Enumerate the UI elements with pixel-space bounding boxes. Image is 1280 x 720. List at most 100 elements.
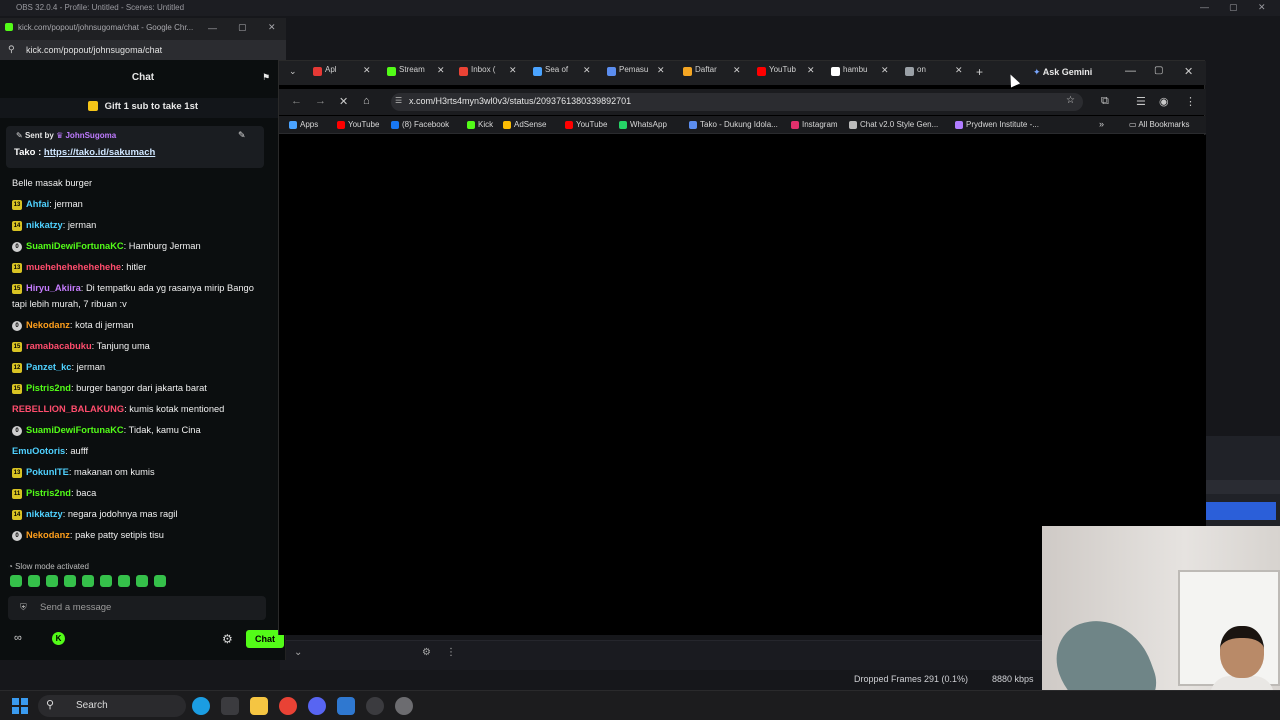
chat-username[interactable]: SuamiDewiFortunaKC xyxy=(26,425,124,435)
emote-icon[interactable] xyxy=(46,575,58,587)
file-explorer-icon[interactable] xyxy=(250,697,268,715)
tab-search-icon[interactable]: ⌄ xyxy=(289,66,297,77)
address-bar[interactable]: ☰ x.com/H3rts4myn3wl0v3/status/209376138… xyxy=(391,93,1083,111)
chat-username[interactable]: Ahfai xyxy=(26,199,49,209)
browser-tab[interactable]: hambu ✕ xyxy=(831,65,889,81)
bookmark-item[interactable]: YouTube xyxy=(337,120,379,129)
bookmark-item[interactable]: (8) Facebook xyxy=(391,120,449,129)
chat-username[interactable]: nikkatzy xyxy=(26,509,63,519)
unpin-icon[interactable]: ✎ xyxy=(238,130,246,141)
browser-tab[interactable]: Inbox (✕ xyxy=(459,65,517,81)
stop-loading-icon[interactable]: ✕ xyxy=(339,95,348,108)
emote-icon[interactable] xyxy=(136,575,148,587)
tab-close-icon[interactable]: ✕ xyxy=(363,65,371,76)
browser-minimize-icon[interactable]: — xyxy=(1125,65,1136,77)
bookmark-item[interactable]: Instagram xyxy=(791,120,838,129)
browser-tab[interactable]: Sea of ✕ xyxy=(533,65,591,81)
emote-icon[interactable] xyxy=(118,575,130,587)
ask-gemini-button[interactable]: ✦ Ask Gemini xyxy=(1033,67,1092,78)
chat-settings-icon[interactable]: ⚙ xyxy=(222,632,233,646)
tab-close-icon[interactable]: ✕ xyxy=(955,65,963,76)
browser-tab[interactable]: YouTub ✕ xyxy=(757,65,815,81)
more-icon[interactable]: ⋮ xyxy=(446,647,456,658)
gear-icon[interactable]: ⚙ xyxy=(422,647,431,658)
chat-username[interactable]: Hiryu_Akiira xyxy=(26,283,81,293)
browser-tab[interactable]: Pemasu ✕ xyxy=(607,65,665,81)
emote-icon[interactable] xyxy=(10,575,22,587)
obs-selected-item[interactable] xyxy=(1206,502,1276,520)
emote-icon[interactable] xyxy=(82,575,94,587)
obs-minimize-icon[interactable]: — xyxy=(1200,2,1209,12)
kick-maximize-icon[interactable]: ▢ xyxy=(238,22,247,33)
chrome-icon[interactable] xyxy=(279,697,297,715)
edge-icon[interactable] xyxy=(192,697,210,715)
sent-by-user[interactable]: JohnSugoma xyxy=(65,131,116,140)
chat-username[interactable]: Nekodanz xyxy=(26,320,70,330)
browser-close-icon[interactable]: ✕ xyxy=(1184,65,1193,78)
emote-icon[interactable] xyxy=(64,575,76,587)
chat-username[interactable]: PokunITE xyxy=(26,467,69,477)
all-bookmarks[interactable]: ▭ All Bookmarks xyxy=(1129,120,1189,129)
kick-close-icon[interactable]: ✕ xyxy=(268,22,276,33)
app-icon[interactable] xyxy=(221,697,239,715)
send-message-input[interactable]: ⛨ Send a message xyxy=(8,596,266,620)
taskbar-search[interactable]: ⚲ Search xyxy=(38,695,186,717)
emote-row[interactable] xyxy=(10,574,210,590)
browser-tab[interactable]: Daftar ✕ xyxy=(683,65,741,81)
chat-username[interactable]: Pistris2nd xyxy=(26,488,71,498)
home-icon[interactable]: ⌂ xyxy=(363,95,370,107)
menu-icon[interactable]: ⋮ xyxy=(1185,95,1196,108)
chat-username[interactable]: EmuOotoris xyxy=(12,446,65,456)
chat-username[interactable]: SuamiDewiFortunaKC xyxy=(26,241,124,251)
bookmark-star-icon[interactable]: ☆ xyxy=(1066,95,1075,106)
gift-sub-banner[interactable]: Gift 1 sub to take 1st xyxy=(0,98,286,118)
profile-avatar-icon[interactable]: ◉ xyxy=(1159,95,1169,108)
infinity-icon[interactable]: ∞ xyxy=(14,632,22,644)
obs-close-icon[interactable]: ✕ xyxy=(1258,2,1266,13)
settings-icon[interactable] xyxy=(395,697,413,715)
emote-icon[interactable] xyxy=(100,575,112,587)
windows-start-icon[interactable] xyxy=(12,698,28,714)
tab-close-icon[interactable]: ✕ xyxy=(733,65,741,76)
bookmark-item[interactable]: WhatsApp xyxy=(619,120,667,129)
bookmark-item[interactable]: YouTube xyxy=(565,120,607,129)
chat-username[interactable]: Panzet_kc xyxy=(26,362,71,372)
back-icon[interactable]: ← xyxy=(291,95,302,107)
media-controls-icon[interactable]: ☰ xyxy=(1136,95,1146,108)
tab-close-icon[interactable]: ✕ xyxy=(657,65,665,76)
obs-maximize-icon[interactable]: ▢ xyxy=(1229,2,1238,13)
chat-username[interactable]: Pistris2nd xyxy=(26,383,71,393)
tab-close-icon[interactable]: ✕ xyxy=(583,65,591,76)
obs-icon[interactable] xyxy=(366,697,384,715)
browser-tab[interactable]: Stream ✕ xyxy=(387,65,445,81)
new-tab-icon[interactable]: + xyxy=(976,65,983,79)
tako-link[interactable]: https://tako.id/sakumach xyxy=(44,147,155,158)
tab-close-icon[interactable]: ✕ xyxy=(881,65,889,76)
chat-username[interactable]: REBELLION_BALAKUNG xyxy=(12,404,124,414)
chat-username[interactable]: nikkatzy xyxy=(26,220,63,230)
kick-k-icon[interactable]: K xyxy=(52,632,65,645)
chat-username[interactable]: ramabacabuku xyxy=(26,341,92,351)
bookmark-item[interactable]: Prydwen Institute -... xyxy=(955,120,1039,129)
chat-username[interactable]: muehehehehehehehe xyxy=(26,262,121,272)
tab-close-icon[interactable]: ✕ xyxy=(437,65,445,76)
browser-maximize-icon[interactable]: ▢ xyxy=(1154,65,1163,76)
emote-icon[interactable] xyxy=(154,575,166,587)
browser-tab[interactable]: on ✕ xyxy=(905,65,963,81)
chat-username[interactable]: Nekodanz xyxy=(26,530,70,540)
tab-close-icon[interactable]: ✕ xyxy=(807,65,815,76)
bookmark-item[interactable]: Tako - Dukung Idola... xyxy=(689,120,778,129)
forward-icon[interactable]: → xyxy=(315,95,326,107)
chat-users-icon[interactable]: ⚑ xyxy=(262,72,270,83)
bookmark-item[interactable]: Kick xyxy=(467,120,493,129)
kick-minimize-icon[interactable]: — xyxy=(208,23,217,33)
extensions-icon[interactable]: ⧉ xyxy=(1101,95,1109,108)
chevron-down-icon[interactable]: ⌄ xyxy=(294,647,302,658)
emote-icon[interactable] xyxy=(28,575,40,587)
discord-icon[interactable] xyxy=(308,697,326,715)
site-settings-icon[interactable]: ☰ xyxy=(395,96,402,105)
browser-tab[interactable]: Apl ✕ xyxy=(313,65,371,81)
site-info-icon[interactable]: ⚲ xyxy=(8,44,15,55)
kick-url-bar[interactable]: ⚲ kick.com/popout/johnsugoma/chat xyxy=(0,40,286,60)
tab-close-icon[interactable]: ✕ xyxy=(509,65,517,76)
